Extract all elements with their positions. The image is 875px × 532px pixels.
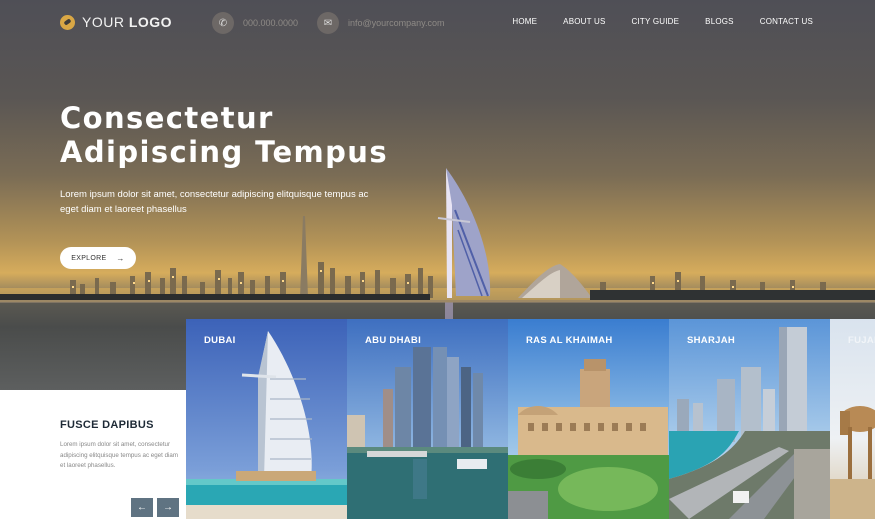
city-name: FUJAIRAH [848, 335, 875, 346]
slider-prev-button[interactable]: ← [131, 498, 153, 517]
email-address: info@yourcompany.com [348, 18, 445, 28]
header: YOUR LOGO ✆ 000.000.0000 ✉ info@yourcomp… [0, 0, 875, 44]
page: YOUR LOGO ✆ 000.000.0000 ✉ info@yourcomp… [0, 0, 875, 532]
city-card-abu-dhabi[interactable]: ABU DHABI [347, 319, 508, 519]
email-contact[interactable]: ✉ info@yourcompany.com [317, 12, 445, 34]
dubai-image [186, 319, 347, 519]
city-name: DUBAI [204, 335, 236, 346]
city-name: RAS AL KHAIMAH [526, 335, 613, 346]
arrow-right-icon: → [116, 253, 125, 263]
nav-contact-us[interactable]: CONTACT US [760, 17, 813, 26]
fujairah-image [830, 319, 875, 519]
hero-title: Consectetur Adipiscing Tempus [60, 101, 388, 169]
nav-about-us[interactable]: ABOUT US [563, 17, 605, 26]
logo[interactable]: YOUR LOGO [60, 14, 172, 30]
compass-icon [60, 14, 75, 30]
arrow-left-icon: ← [137, 502, 147, 513]
hero-title-line1: Consectetur [60, 101, 274, 135]
city-card-fujairah[interactable]: FUJAIRAH [830, 319, 875, 519]
nav-blogs[interactable]: BLOGS [705, 17, 734, 26]
logo-text: YOUR LOGO [82, 14, 172, 30]
city-name: SHARJAH [687, 335, 736, 346]
carousel-bottom-strip [186, 519, 875, 532]
city-name: ABU DHABI [365, 335, 422, 346]
slider-next-button[interactable]: → [157, 498, 179, 517]
explore-button[interactable]: EXPLORE → [60, 247, 136, 269]
logo-text-bold: LOGO [128, 14, 173, 30]
explore-label: EXPLORE [71, 254, 107, 262]
feature-panel: FUSCE DAPIBUS Lorem ipsum dolor sit amet… [0, 390, 186, 532]
ras-al-khaimah-image [508, 319, 669, 519]
phone-contact[interactable]: ✆ 000.000.0000 [212, 12, 298, 34]
feature-title: FUSCE DAPIBUS [60, 419, 154, 431]
phone-number: 000.000.0000 [243, 18, 299, 28]
phone-icon: ✆ [212, 12, 234, 34]
nav-city-guide[interactable]: CITY GUIDE [632, 17, 680, 26]
main-nav: HOME ABOUT US CITY GUIDE BLOGS CONTACT U… [512, 17, 813, 26]
arrow-right-icon: → [163, 502, 173, 513]
city-card-dubai[interactable]: DUBAI [186, 319, 347, 519]
feature-text: Lorem ipsum dolor sit amet, consectetur … [60, 441, 178, 469]
sharjah-image [669, 319, 830, 519]
hero-title-line2: Adipiscing Tempus [60, 135, 389, 169]
hero-subtitle: Lorem ipsum dolor sit amet, consectetur … [60, 189, 369, 215]
abu-dhabi-image [347, 319, 508, 519]
nav-home[interactable]: HOME [512, 17, 537, 26]
city-card-ras-al-khaimah[interactable]: RAS AL KHAIMAH [508, 319, 669, 519]
mail-icon: ✉ [317, 12, 339, 34]
city-card-sharjah[interactable]: SHARJAH [669, 319, 830, 519]
logo-text-light: YOUR [82, 14, 129, 30]
city-carousel: DUBAI ABU DHABI RAS AL KHAIMAH SHARJAH F… [186, 319, 875, 519]
